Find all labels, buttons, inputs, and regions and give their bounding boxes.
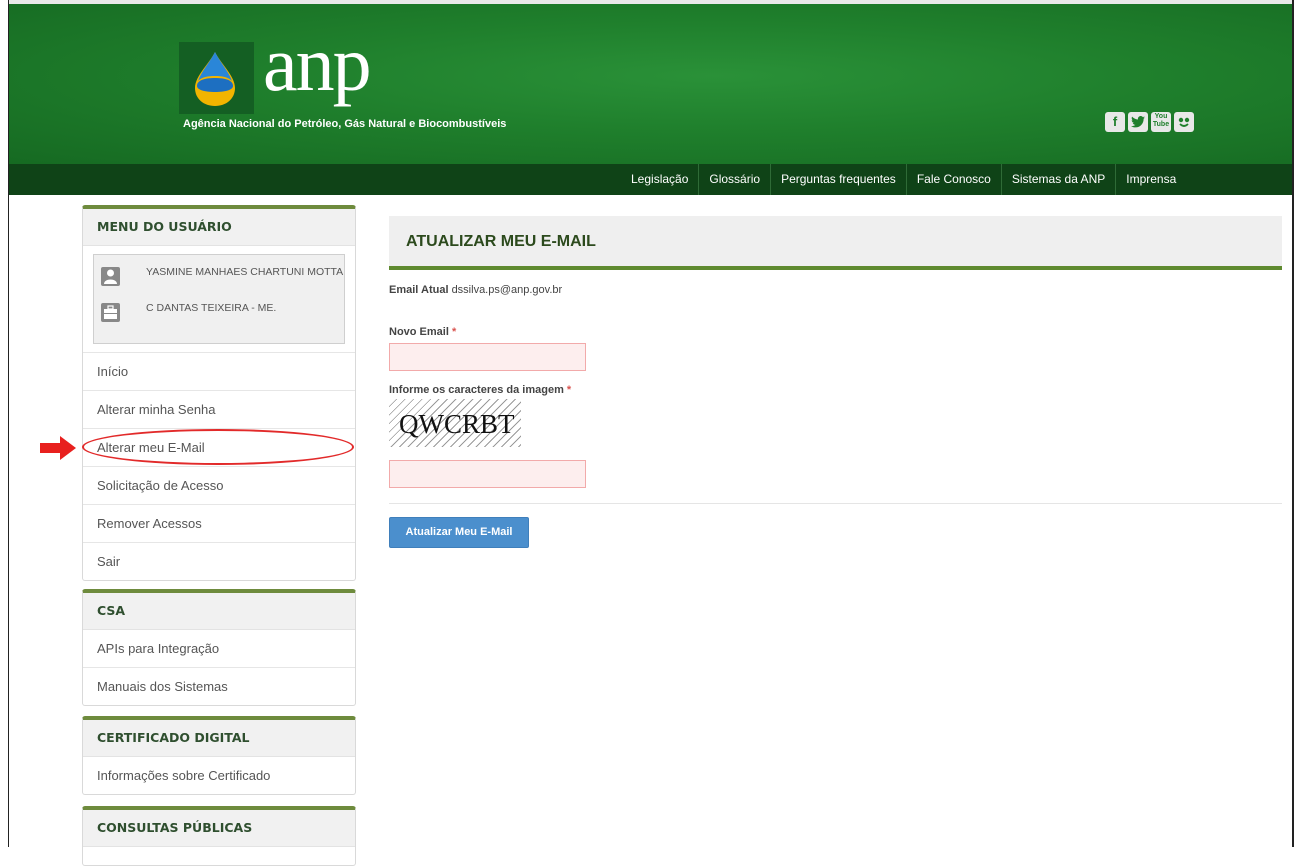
captcha-image: QWCRBT: [389, 399, 521, 447]
user-icon: [101, 267, 120, 286]
user-info-box: YASMINE MANHAES CHARTUNI MOTTA C DANTAS …: [93, 254, 345, 344]
captcha-field[interactable]: [389, 460, 586, 488]
current-email-value: dssilva.ps@anp.gov.br: [451, 284, 563, 296]
page-title: ATUALIZAR MEU E-MAIL: [406, 233, 596, 250]
new-email-label: Novo Email: [389, 326, 449, 338]
nav-imprensa[interactable]: Imprensa: [1115, 164, 1186, 195]
anp-logo-mark[interactable]: [179, 42, 254, 114]
anp-logo-text[interactable]: anp: [263, 24, 372, 104]
menu-item-remover-acessos[interactable]: Remover Acessos: [83, 505, 355, 543]
company-name: C DANTAS TEIXEIRA - ME.: [146, 302, 277, 314]
captcha-text: QWCRBT: [399, 409, 515, 439]
consultas-title: CONSULTAS PÚBLICAS: [83, 810, 355, 847]
nav-fale-conosco[interactable]: Fale Conosco: [905, 164, 1001, 195]
briefcase-icon: [101, 303, 120, 322]
menu-item-info-certificado[interactable]: Informações sobre Certificado: [83, 757, 355, 794]
new-email-label-row: Novo Email *: [389, 326, 456, 338]
form-divider: [389, 503, 1282, 504]
current-email-label: Email Atual: [389, 284, 449, 296]
menu-item-alterar-senha[interactable]: Alterar minha Senha: [83, 391, 355, 429]
consultas-panel: CONSULTAS PÚBLICAS: [82, 806, 356, 866]
nav-legislacao[interactable]: Legislação: [621, 164, 698, 195]
current-email-row: Email Atual dssilva.ps@anp.gov.br: [389, 284, 562, 296]
certificado-panel: CERTIFICADO DIGITAL Informações sobre Ce…: [82, 716, 356, 795]
nav-glossario[interactable]: Glossário: [698, 164, 770, 195]
certificado-title: CERTIFICADO DIGITAL: [83, 720, 355, 757]
nav-perguntas-frequentes[interactable]: Perguntas frequentes: [770, 164, 906, 195]
menu-item-apis-integracao[interactable]: APIs para Integração: [83, 630, 355, 668]
youtube-label-bottom: Tube: [1152, 121, 1170, 128]
menu-item-alterar-email[interactable]: Alterar meu E-Mail: [83, 429, 355, 467]
required-marker: *: [566, 384, 572, 396]
menu-item-manuais-sistemas[interactable]: Manuais dos Sistemas: [83, 668, 355, 705]
youtube-icon[interactable]: You Tube: [1151, 112, 1171, 132]
twitter-icon[interactable]: [1128, 112, 1148, 132]
captcha-label: Informe os caracteres da imagem: [389, 384, 564, 396]
menu-item-sair[interactable]: Sair: [83, 543, 355, 580]
social-links: f You Tube: [1105, 112, 1194, 132]
red-arrow-icon: [40, 436, 76, 460]
facebook-icon[interactable]: f: [1105, 112, 1125, 132]
site-header: anp Agência Nacional do Petróleo, Gás Na…: [9, 4, 1292, 164]
agency-name: Agência Nacional do Petróleo, Gás Natura…: [183, 118, 507, 130]
oil-drop-icon: [195, 52, 235, 106]
user-name: YASMINE MANHAES CHARTUNI MOTTA: [146, 266, 344, 278]
required-marker: *: [451, 326, 457, 338]
new-email-field[interactable]: [389, 343, 586, 371]
youtube-label-top: You: [1154, 113, 1168, 120]
csa-panel: CSA APIs para Integração Manuais dos Sis…: [82, 589, 356, 706]
captcha-label-row: Informe os caracteres da imagem *: [389, 384, 571, 396]
window-right-border: [1292, 0, 1294, 847]
csa-title: CSA: [83, 593, 355, 630]
flickr-icon[interactable]: [1174, 112, 1194, 132]
menu-item-inicio[interactable]: Início: [83, 353, 355, 391]
update-email-button[interactable]: Atualizar Meu E-Mail: [389, 517, 529, 548]
user-menu-title: MENU DO USUÁRIO: [83, 209, 355, 246]
page-header: ATUALIZAR MEU E-MAIL: [389, 216, 1282, 270]
nav-sistemas-anp[interactable]: Sistemas da ANP: [1000, 164, 1115, 195]
top-navigation: Legislação Glossário Perguntas frequente…: [9, 164, 1292, 195]
user-menu-panel: MENU DO USUÁRIO YASMINE MANHAES CHARTUNI…: [82, 205, 356, 581]
menu-item-solicitacao-acesso[interactable]: Solicitação de Acesso: [83, 467, 355, 505]
